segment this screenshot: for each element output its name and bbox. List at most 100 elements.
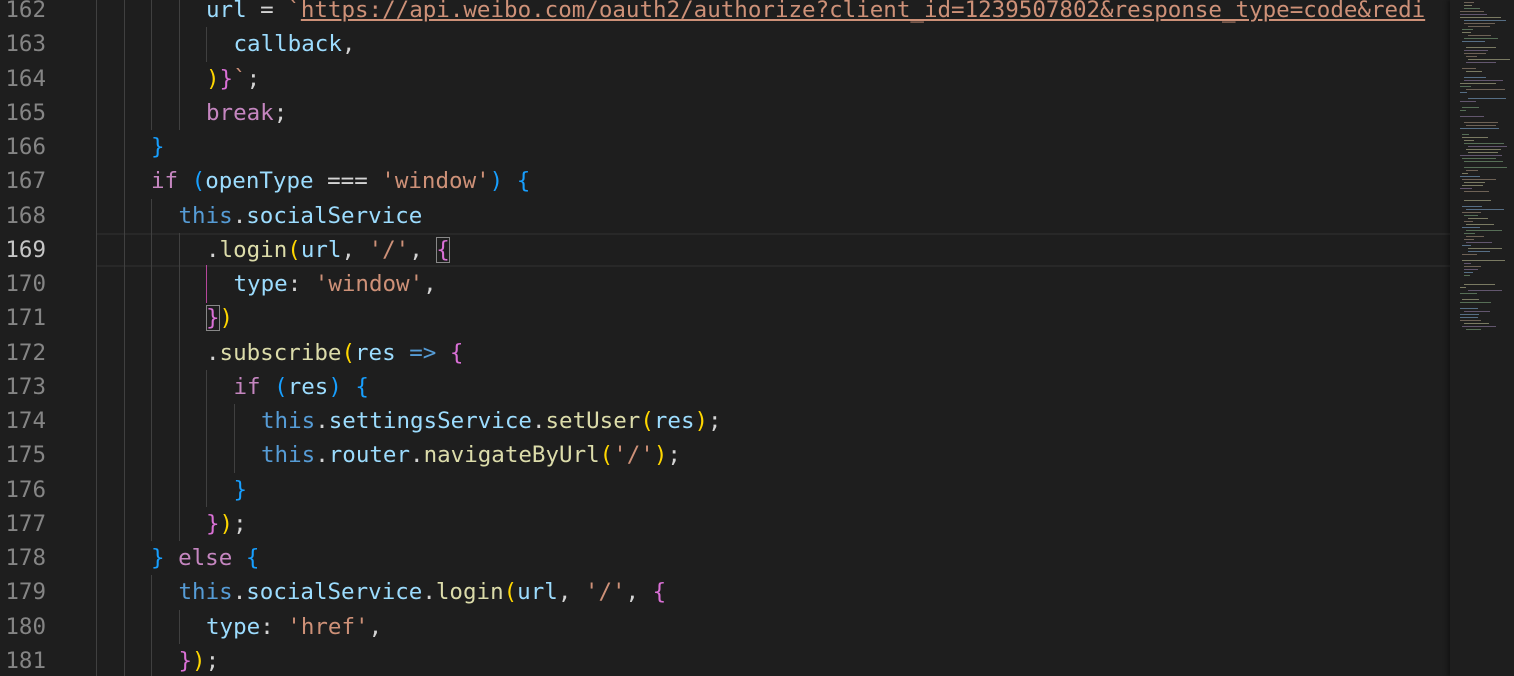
code-line[interactable]: 174 this.settingsService.setUser(res); <box>0 404 1450 439</box>
code-token: ; <box>246 65 261 92</box>
indent-guide <box>178 61 180 96</box>
minimap-line <box>1464 233 1475 234</box>
code-token: ; <box>273 99 288 126</box>
code-text: break; <box>206 96 287 130</box>
code-token: else <box>178 545 233 571</box>
indent-guide <box>151 609 152 644</box>
minimap-line <box>1464 53 1486 54</box>
indent-guide <box>123 130 125 165</box>
code-line[interactable]: 168 this.socialService <box>0 198 1450 233</box>
code-text: }); <box>179 644 220 676</box>
code-line[interactable]: 173 if (res) { <box>0 369 1450 404</box>
code-line[interactable]: 177}); <box>0 506 1450 541</box>
code-token: res <box>653 408 695 434</box>
code-token: , <box>341 236 369 263</box>
indent-guide <box>96 438 97 473</box>
minimap-line <box>1462 29 1473 30</box>
code-line[interactable]: 169 .login(url, '/', { <box>0 232 1450 268</box>
code-line[interactable]: 166} <box>0 130 1450 165</box>
code-token: url <box>300 236 342 263</box>
code-line[interactable]: 176} <box>0 472 1450 507</box>
line-number: 176 <box>5 476 46 503</box>
indent-guide <box>96 61 97 96</box>
minimap-line <box>1464 323 1489 324</box>
code-line[interactable]: 181}); <box>0 643 1450 676</box>
minimap-line <box>1468 35 1491 36</box>
minimap-line <box>1466 170 1478 171</box>
indent-guide <box>96 164 97 199</box>
code-token: } <box>233 476 248 503</box>
code-line[interactable]: 162 url = `https://api.weibo.com/oauth2/a… <box>0 0 1450 28</box>
code-line[interactable]: 175 this.router.navigateByUrl('/'); <box>0 438 1450 473</box>
code-token: '/' <box>584 579 626 606</box>
code-area[interactable]: 162 url = `https://api.weibo.com/oauth2/a… <box>0 0 1450 676</box>
code-line[interactable]: 178} else { <box>0 541 1450 576</box>
indent-guide <box>96 404 97 439</box>
indent-guide <box>123 198 125 233</box>
line-number: 162 <box>5 0 46 23</box>
code-token: ; <box>205 647 220 674</box>
code-token: { <box>355 373 369 400</box>
indent-guide <box>206 404 207 439</box>
indent-guide <box>96 609 97 644</box>
code-line[interactable]: 163 callback, <box>0 27 1450 62</box>
code-line[interactable]: 170 type: 'window', <box>0 267 1450 302</box>
code-token: ) <box>653 442 668 469</box>
minimap-line <box>1462 206 1482 207</box>
minimap-line <box>1466 47 1496 48</box>
indent-guide <box>151 335 152 370</box>
minimap-line <box>1466 149 1501 150</box>
code-line[interactable]: 180 type: 'href', <box>0 609 1450 644</box>
code-text: .login(url, '/', { <box>206 233 450 267</box>
minimap-line <box>1468 290 1502 291</box>
code-line[interactable]: 171}) <box>0 301 1450 336</box>
indent-guide <box>178 335 180 370</box>
code-line[interactable]: 164)}`; <box>0 61 1450 96</box>
line-number: 171 <box>5 305 46 332</box>
code-token: settingsService <box>328 408 532 434</box>
code-token: , <box>625 579 653 606</box>
code-token: . <box>410 442 424 469</box>
indent-guide <box>178 27 180 62</box>
minimap-line <box>1460 155 1502 156</box>
minimap-line <box>1460 17 1501 18</box>
code-line[interactable]: 167 if (openType === 'window') { <box>0 164 1450 199</box>
code-token: . <box>206 339 220 366</box>
code-token: this <box>178 579 233 606</box>
minimap-line <box>1468 218 1488 219</box>
indent-guide <box>96 506 97 541</box>
code-token: this <box>178 202 233 229</box>
minimap-line <box>1466 329 1481 330</box>
code-token: : <box>287 271 315 297</box>
minimap-line <box>1460 176 1480 177</box>
code-line[interactable]: 179 this.socialService.login(url, '/', { <box>0 575 1450 610</box>
indent-guide <box>96 95 97 130</box>
code-editor[interactable]: 162 url = `https://api.weibo.com/oauth2/a… <box>0 0 1514 676</box>
code-token: , <box>557 579 585 606</box>
minimap-line <box>1460 101 1476 102</box>
indent-guide <box>123 643 125 676</box>
line-number: 169 <box>5 236 46 263</box>
code-token: } <box>206 305 220 332</box>
code-token: ( <box>503 579 518 606</box>
line-number: 179 <box>5 579 46 606</box>
code-line[interactable]: 165 break; <box>0 95 1450 130</box>
indent-guide <box>151 575 152 610</box>
code-token: { <box>652 579 667 606</box>
minimap-line <box>1460 314 1479 315</box>
code-line[interactable]: 172 .subscribe(res => { <box>0 335 1450 370</box>
code-token: { <box>436 236 450 263</box>
code-text: .subscribe(res => { <box>206 336 463 370</box>
indent-guide <box>178 404 180 439</box>
indent-guide <box>123 575 125 610</box>
indent-guide <box>96 301 97 336</box>
minimap-line <box>1464 23 1495 24</box>
code-token: 'window' <box>381 168 490 195</box>
code-token: openType <box>205 168 314 195</box>
minimap-line <box>1464 239 1474 240</box>
minimap-line <box>1464 143 1504 144</box>
minimap-line <box>1464 200 1491 201</box>
minimap[interactable] <box>1450 0 1514 676</box>
